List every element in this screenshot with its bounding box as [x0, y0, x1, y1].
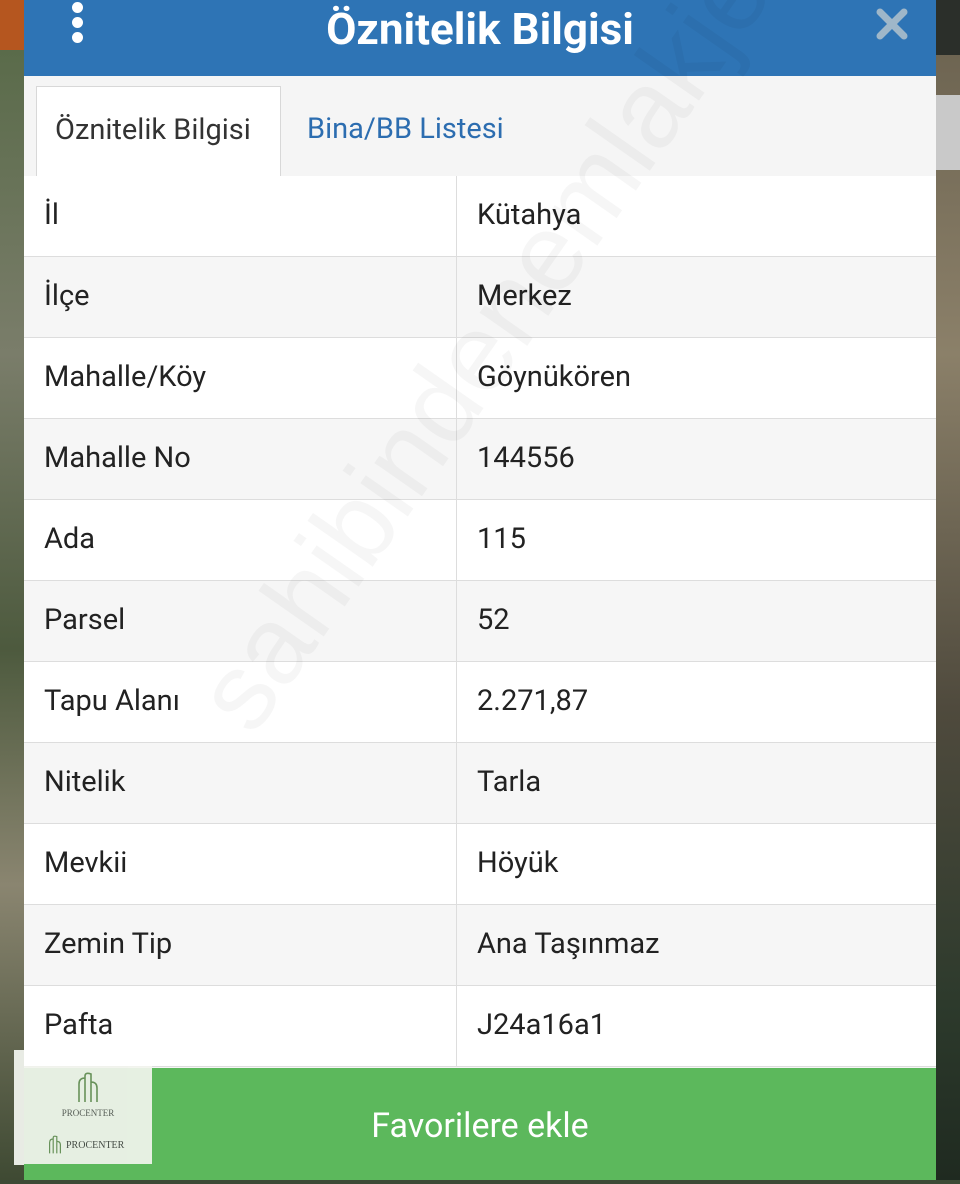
tab-attribute-info[interactable]: Öznitelik Bilgisi	[36, 86, 281, 176]
attribute-value: Ana Taşınmaz	[477, 927, 660, 961]
tab-bar: Öznitelik Bilgisi Bina/BB Listesi	[24, 76, 936, 178]
attribute-label: Pafta	[24, 986, 457, 1066]
attribute-value: 144556	[477, 441, 575, 475]
attribute-value: 115	[477, 522, 526, 556]
attribute-value: J24a16a1	[477, 1008, 607, 1042]
logo-strip	[14, 1050, 24, 1165]
table-row: Nitelik Tarla	[24, 743, 936, 824]
table-row: Ada 115	[24, 500, 936, 581]
map-background-left	[0, 0, 24, 1180]
attribute-value: Höyük	[477, 846, 559, 880]
attribute-value: 52	[477, 603, 510, 637]
building-logo-small-icon	[49, 1135, 61, 1154]
attribute-label: Zemin Tip	[24, 905, 457, 985]
table-row: Parsel 52	[24, 581, 936, 662]
title-bar: Öznitelik Bilgisi	[24, 0, 936, 76]
map-side-tab	[934, 95, 960, 170]
logo-brand-top: PROCENTER	[61, 1108, 115, 1118]
map-background-right	[934, 0, 960, 1180]
close-icon[interactable]	[872, 4, 912, 44]
dialog-title: Öznitelik Bilgisi	[326, 3, 634, 55]
procenter-logo: PROCENTER PROCENTER	[24, 1066, 152, 1164]
tab-building-list[interactable]: Bina/BB Listesi	[289, 86, 522, 176]
add-to-favorites-button[interactable]: Favorilere ekle	[24, 1068, 936, 1180]
table-row: Zemin Tip Ana Taşınmaz	[24, 905, 936, 986]
attribute-label: İlçe	[24, 257, 457, 337]
table-row: Tapu Alanı 2.271,87	[24, 662, 936, 743]
attribute-dialog: Öznitelik Bilgisi Öznitelik Bilgisi Bina…	[24, 0, 936, 1180]
building-logo-icon	[78, 1072, 98, 1102]
attribute-label: İl	[24, 176, 457, 256]
table-row: Pafta J24a16a1	[24, 986, 936, 1067]
attribute-label: Nitelik	[24, 743, 457, 823]
attribute-label: Mevkii	[24, 824, 457, 904]
logo-brand-bottom: PROCENTER	[66, 1139, 125, 1151]
table-row: Mevkii Höyük	[24, 824, 936, 905]
attribute-value: 2.271,87	[477, 684, 589, 718]
attribute-value: Tarla	[477, 765, 542, 799]
